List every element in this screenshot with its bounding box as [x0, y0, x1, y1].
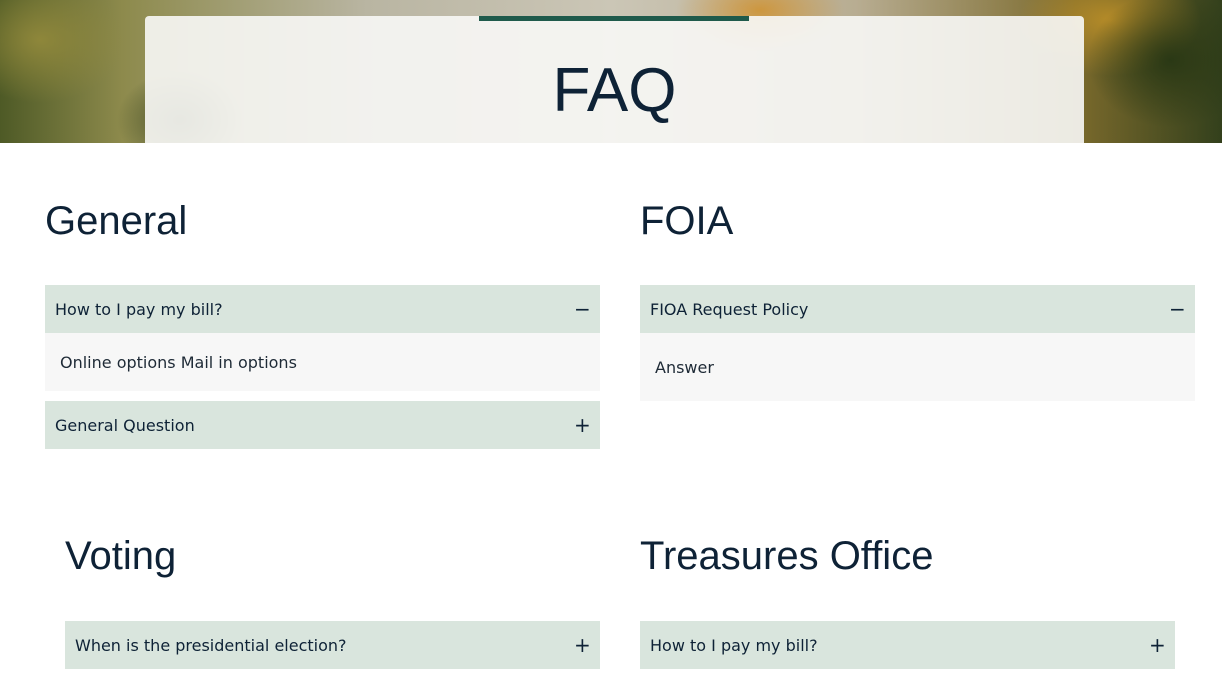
- accordion-header[interactable]: FIOA Request Policy −: [640, 285, 1195, 333]
- faq-section-treasures-office: Treasures Office: [640, 533, 1175, 579]
- section-title: Voting: [65, 534, 177, 578]
- accordion-question: How to I pay my bill?: [650, 635, 818, 655]
- accordion-item: General Question +: [45, 401, 600, 449]
- accordion-question: How to I pay my bill?: [55, 299, 223, 319]
- plus-icon[interactable]: +: [574, 415, 591, 435]
- accordion-item: How to I pay my bill? − Online options M…: [45, 285, 600, 391]
- accordion-item: How to I pay my bill? +: [640, 621, 1175, 669]
- plus-icon[interactable]: +: [574, 635, 591, 655]
- plus-icon[interactable]: +: [1149, 635, 1166, 655]
- accordion-question: When is the presidential election?: [75, 635, 347, 655]
- faq-section-voting: Voting: [65, 533, 600, 579]
- accordion-question: FIOA Request Policy: [650, 299, 809, 319]
- section-title: General: [45, 199, 188, 243]
- accordion-header[interactable]: When is the presidential election? +: [65, 621, 600, 669]
- accordion-question: General Question: [55, 415, 195, 435]
- page-title: FAQ: [552, 56, 677, 125]
- accordion-item: When is the presidential election? +: [65, 621, 600, 669]
- answer-text: Online options Mail in options: [60, 352, 297, 372]
- hero-accent-bar: [479, 16, 749, 21]
- accordion-answer: Answer: [640, 333, 1195, 401]
- accordion-header[interactable]: General Question +: [45, 401, 600, 449]
- accordion-voting: When is the presidential election? +: [65, 621, 600, 679]
- accordion-general: How to I pay my bill? − Online options M…: [45, 285, 600, 459]
- section-title: FOIA: [640, 199, 734, 243]
- accordion-item: FIOA Request Policy − Answer: [640, 285, 1195, 401]
- accordion-foia: FIOA Request Policy − Answer: [640, 285, 1195, 411]
- minus-icon[interactable]: −: [1169, 299, 1186, 319]
- accordion-answer: Online options Mail in options: [45, 333, 600, 391]
- faq-section-foia: FOIA: [640, 198, 1195, 244]
- accordion-treasures-office: How to I pay my bill? +: [640, 621, 1175, 679]
- answer-text: Answer: [655, 357, 714, 377]
- section-title: Treasures Office: [640, 534, 934, 578]
- minus-icon[interactable]: −: [574, 299, 591, 319]
- accordion-header[interactable]: How to I pay my bill? +: [640, 621, 1175, 669]
- faq-section-general: General: [45, 198, 600, 244]
- accordion-header[interactable]: How to I pay my bill? −: [45, 285, 600, 333]
